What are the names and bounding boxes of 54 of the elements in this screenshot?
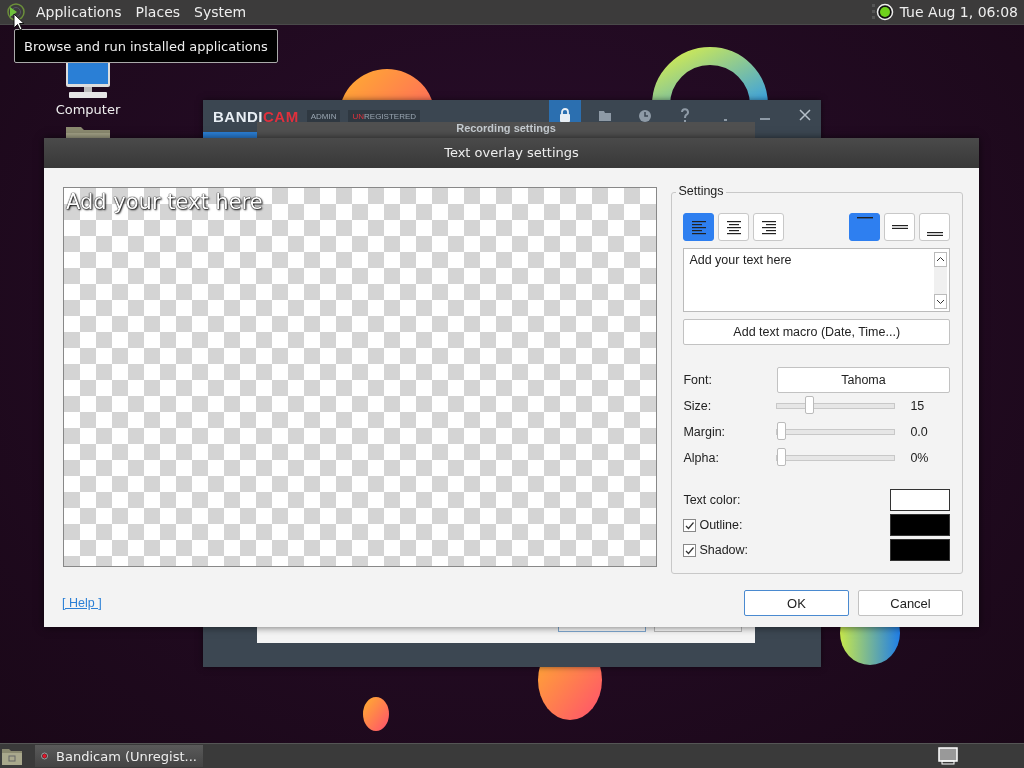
slider-value: 15 (910, 399, 925, 413)
align-middle-button[interactable] (884, 213, 915, 241)
tooltip: Browse and run installed applications (14, 29, 278, 63)
field-label: Alpha: (683, 451, 720, 465)
font-button[interactable]: Tahoma (777, 367, 950, 393)
checkbox[interactable] (683, 543, 697, 557)
help-link[interactable]: [ Help ] (62, 596, 102, 610)
slider-thumb[interactable] (777, 448, 787, 466)
field-label: Margin: (683, 425, 727, 439)
field-label: Font: (683, 373, 712, 387)
text-input[interactable]: Add your text here (683, 248, 950, 312)
color-swatch[interactable] (890, 539, 950, 561)
app-menu-icon[interactable] (6, 2, 26, 22)
group-title: Settings (676, 184, 726, 198)
valign-bottom-icon (926, 232, 943, 236)
align-bottom-button[interactable] (919, 213, 950, 241)
license-badge: UNREGISTERED (348, 109, 421, 123)
align-left-button[interactable] (683, 213, 715, 241)
file-manager-icon[interactable] (1, 746, 23, 766)
task-button[interactable]: Bandicam (Unregist... (35, 745, 203, 767)
wallpaper-shape (363, 697, 389, 731)
slider-value: 0% (910, 451, 929, 465)
valign-middle-icon (891, 225, 908, 229)
field-label: Outline: (699, 518, 743, 532)
panel-menu[interactable]: Applications (30, 4, 130, 20)
cancel-button[interactable]: Cancel (858, 590, 963, 616)
align-center-button[interactable] (718, 213, 750, 241)
user-badge: ADMIN (306, 109, 341, 123)
panel-menu[interactable]: System (188, 4, 255, 20)
field-label: Size: (683, 399, 713, 413)
slider-value: 0.0 (910, 425, 928, 439)
align-right-button[interactable] (753, 213, 785, 241)
panel-menu[interactable]: Places (129, 4, 189, 20)
show-desktop-icon[interactable] (938, 747, 958, 765)
slider-thumb[interactable] (777, 422, 787, 440)
ok-button[interactable]: OK (744, 590, 849, 616)
field-label: Shadow: (699, 543, 749, 557)
slider-thumb[interactable] (805, 396, 815, 414)
handle-icon (871, 3, 876, 21)
cursor-icon (13, 13, 25, 31)
macro-button[interactable]: Add text macro (Date, Time...) (683, 319, 950, 345)
app-logo: BANDICAM (213, 107, 299, 125)
field-label: Text color: (683, 493, 741, 507)
preview-text: Add your text here (66, 190, 263, 214)
checkbox[interactable] (683, 518, 697, 532)
scroll-down-icon[interactable] (934, 294, 947, 309)
computer-icon[interactable] (63, 60, 113, 100)
color-swatch[interactable] (890, 489, 950, 511)
dialog-title: Text overlay settings (44, 138, 979, 168)
status-icon[interactable] (875, 3, 894, 21)
color-swatch[interactable] (890, 514, 950, 536)
clock[interactable]: Tue Aug 1, 06:08 (899, 4, 1018, 20)
scroll-up-icon[interactable] (934, 252, 947, 267)
icon-label[interactable]: Computer (55, 102, 121, 117)
